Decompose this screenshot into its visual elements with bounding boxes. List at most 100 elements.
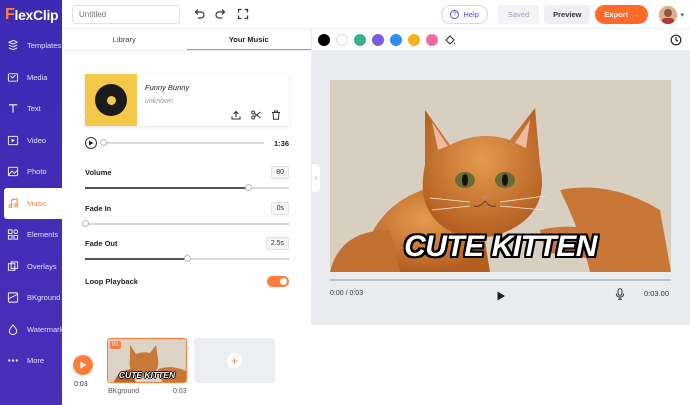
color-swatch[interactable]	[426, 33, 438, 46]
volume-slider[interactable]	[85, 184, 289, 191]
collapse-panel-button[interactable]: ‹	[312, 164, 320, 192]
play-icon	[80, 361, 87, 369]
help-button[interactable]: ? Help	[441, 5, 488, 24]
undo-icon[interactable]	[192, 7, 206, 21]
sidebar-item-photo[interactable]: Photo	[0, 156, 62, 188]
volume-control: Volume 80	[85, 166, 289, 191]
video-current-time: 0:00 / 0:03	[330, 289, 364, 297]
music-duration: 1:36	[273, 138, 289, 148]
timeline-clip[interactable]: 01 CUTE KITTEN	[107, 338, 187, 383]
microphone-icon[interactable]	[615, 287, 625, 305]
avatar[interactable]	[659, 5, 678, 24]
paint-bucket-icon[interactable]	[444, 34, 456, 46]
overlays-icon	[7, 260, 19, 272]
add-clip-button[interactable]: +	[194, 338, 275, 383]
video-play-button[interactable]	[496, 288, 506, 306]
sidebar-item-overlays[interactable]: Overlays	[0, 251, 62, 283]
background-icon	[7, 292, 19, 304]
timeline-play-button[interactable]	[73, 355, 93, 375]
preview-button[interactable]: Preview	[544, 5, 591, 24]
music-panel: Library Your Music Funny Bunny unknown 1…	[62, 29, 312, 325]
volume-knob[interactable]	[244, 184, 252, 191]
sidebar-item-bkground[interactable]: BKground	[0, 282, 62, 314]
media-icon	[7, 71, 19, 83]
fade-out-knob[interactable]	[183, 255, 191, 262]
color-toolbar	[312, 29, 690, 51]
logo-letter: F	[5, 6, 15, 23]
color-swatch[interactable]	[354, 33, 366, 46]
sidebar-item-elements[interactable]: Elements	[0, 219, 62, 251]
sidebar-item-label: Text	[27, 104, 41, 114]
video-progress-bar[interactable]	[330, 279, 671, 281]
music-card[interactable]: Funny Bunny unknown	[85, 74, 289, 126]
fullscreen-icon[interactable]	[236, 7, 250, 21]
flexclip-logo[interactable]: F lexClip	[0, 0, 62, 30]
loop-playback-label: Loop Playback	[85, 277, 138, 286]
play-icon	[89, 140, 94, 146]
sidebar-item-more[interactable]: More	[0, 345, 62, 377]
volume-value[interactable]: 80	[271, 166, 289, 179]
fade-in-slider[interactable]	[81, 220, 289, 227]
music-player: 1:36	[85, 136, 289, 150]
fade-out-slider[interactable]	[85, 255, 289, 262]
sidebar-item-text[interactable]: Text	[0, 93, 62, 125]
video-controls: 0:00 / 0:03 0:03.00	[330, 279, 671, 307]
help-icon: ?	[450, 10, 460, 19]
logo-text: lexClip	[14, 7, 59, 23]
text-icon	[7, 103, 19, 115]
timeline-time: 0:03	[74, 381, 88, 388]
color-swatch[interactable]	[408, 33, 420, 46]
sidebar-item-music[interactable]: Music	[4, 187, 62, 219]
sidebar-item-label: Photo	[27, 167, 47, 177]
fade-in-value[interactable]: 0s	[271, 202, 289, 215]
music-thumbnail	[85, 74, 137, 126]
photo-icon	[7, 166, 19, 178]
sidebar-item-label: Media	[27, 72, 48, 82]
sidebar-item-media[interactable]: Media	[0, 62, 62, 94]
sidebar-item-video[interactable]: Video	[0, 125, 62, 157]
loop-playback-toggle[interactable]	[267, 276, 289, 287]
chevron-down-icon[interactable]: ▾	[680, 11, 684, 19]
color-swatch[interactable]	[390, 33, 402, 46]
arrow-right-icon: →	[632, 10, 640, 19]
sidebar-item-label: BKground	[27, 293, 61, 303]
scissors-icon[interactable]	[251, 110, 261, 120]
clock-icon[interactable]	[670, 34, 682, 46]
sidebar-item-templates[interactable]: Templates	[0, 30, 62, 62]
more-icon	[7, 355, 19, 367]
export-button[interactable]: Export →	[595, 5, 649, 24]
sidebar-item-label: Elements	[27, 230, 59, 240]
music-artist: unknown	[145, 98, 174, 105]
color-swatch[interactable]	[372, 33, 384, 46]
templates-icon	[7, 40, 19, 52]
saved-button[interactable]: Saved	[497, 5, 540, 24]
color-swatch[interactable]	[336, 33, 348, 46]
tab-library[interactable]: Library	[62, 29, 187, 50]
sidebar-item-watermark[interactable]: Watermark	[0, 314, 63, 346]
volume-label: Volume	[85, 168, 112, 177]
sidebar-item-label: More	[27, 356, 45, 366]
trash-icon[interactable]	[271, 110, 281, 120]
upload-icon[interactable]	[231, 110, 241, 120]
color-swatch[interactable]	[318, 33, 330, 46]
music-progress-knob[interactable]	[100, 139, 107, 146]
watermark-icon	[7, 323, 19, 335]
play-music-button[interactable]	[85, 137, 97, 149]
help-label: Help	[463, 10, 479, 19]
sidebar-item-label: Music	[27, 198, 47, 208]
tab-your-music[interactable]: Your Music	[186, 29, 311, 50]
redo-icon[interactable]	[214, 7, 228, 21]
sidebar: F lexClip Templates Media Text Video Photo Mu…	[0, 0, 63, 405]
music-icon	[7, 197, 19, 209]
clip-name: BKground	[108, 388, 140, 395]
music-progress-track[interactable]	[100, 139, 264, 146]
project-title-input[interactable]	[72, 4, 180, 24]
top-toolbar: ? Help Saved Preview Export → ▾	[62, 0, 690, 29]
sidebar-item-label: Templates	[27, 41, 62, 51]
clip-number: 01	[110, 341, 121, 349]
fade-out-control: Fade Out 2.5s	[85, 237, 289, 262]
video-caption[interactable]: CUTE KITTEN	[330, 230, 671, 264]
fade-out-value[interactable]: 2.5s	[265, 237, 289, 250]
video-preview[interactable]: CUTE KITTEN	[330, 80, 671, 272]
fade-in-knob[interactable]	[81, 220, 89, 227]
